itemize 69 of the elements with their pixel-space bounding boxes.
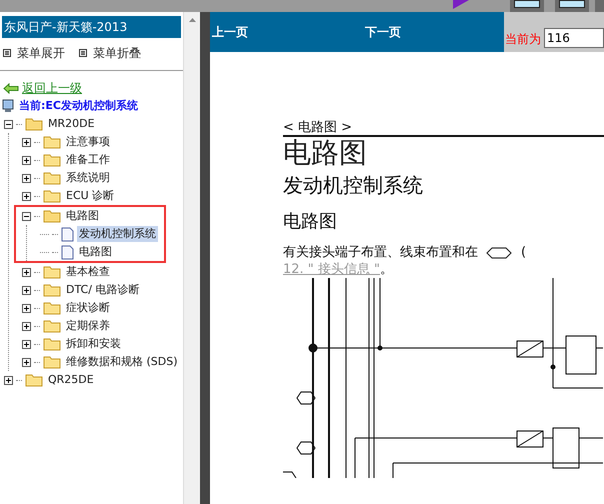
scrollbar[interactable] (183, 12, 200, 504)
page-icon (61, 244, 74, 260)
tree-item[interactable]: 拆卸和安装 (64, 336, 123, 352)
collapse-icon[interactable] (22, 212, 31, 220)
expand-icon[interactable] (22, 340, 31, 348)
list-icon (79, 49, 87, 57)
previous-page-button[interactable]: 上一页 (212, 23, 248, 41)
tree-item[interactable]: ECU 诊断 (64, 188, 116, 204)
folder-icon (43, 301, 61, 315)
folder-icon (43, 355, 61, 369)
collapse-icon[interactable] (4, 120, 13, 128)
tree-item[interactable]: 基本检查 (64, 264, 112, 280)
tree-item[interactable]: 发动机控制系统 (77, 226, 158, 242)
menu-button[interactable]: 菜单展开 (3, 44, 65, 62)
expand-icon[interactable] (22, 304, 31, 312)
tree-item[interactable]: 电路图 (77, 244, 114, 260)
open-folder-icon (43, 209, 61, 223)
sidebar-title: 东风日产-新天籁-2013 (2, 16, 181, 38)
page-input[interactable]: 116 (544, 28, 604, 48)
tree-item[interactable]: 症状诊断 (64, 300, 112, 316)
menu-button[interactable]: 菜单折叠 (79, 44, 141, 62)
tree-item[interactable]: 定期保养 (64, 318, 112, 334)
folder-icon (43, 189, 61, 203)
hexagon-icon (486, 247, 512, 259)
tree-item[interactable]: 维修数据和规格 (SDS) (64, 354, 180, 370)
list-icon (3, 49, 11, 57)
folder-icon (43, 135, 61, 149)
triangle-icon[interactable] (452, 0, 470, 10)
body-text: 12. " 接头信息 "。 (283, 262, 394, 278)
expand-icon[interactable] (22, 174, 31, 182)
folder-icon (43, 283, 61, 297)
expand-icon[interactable] (22, 286, 31, 294)
tree-item[interactable]: 电路图 (64, 208, 101, 224)
document-subtitle: 发动机控制系统 (283, 172, 424, 198)
page-icon (61, 226, 74, 242)
tree-item[interactable]: DTC/ 电路诊断 (64, 282, 142, 298)
body-text: ( (521, 244, 526, 262)
current-page-label: 当前为 (505, 31, 541, 48)
expand-icon[interactable] (22, 268, 31, 276)
folder-icon (43, 265, 61, 279)
folder-icon (43, 153, 61, 167)
folder-icon (43, 171, 61, 185)
tree-item[interactable]: 准备工作 (64, 152, 112, 168)
expand-icon[interactable] (4, 376, 13, 384)
next-page-button[interactable]: 下一页 (365, 23, 401, 41)
current-location: 当前:EC发动机控制系统 (19, 98, 138, 114)
expand-icon[interactable] (22, 156, 31, 164)
computer-icon (2, 99, 14, 113)
scroll-up-icon[interactable] (188, 18, 196, 22)
expand-icon[interactable] (22, 322, 31, 330)
tree-item[interactable]: 系统说明 (64, 170, 112, 186)
folder-icon (43, 319, 61, 333)
folder-icon (25, 373, 43, 387)
tree-item[interactable]: QR25DE (46, 372, 96, 388)
expand-icon[interactable] (22, 192, 31, 200)
window-icon[interactable] (555, 0, 589, 12)
open-folder-icon (25, 117, 43, 131)
breadcrumb: < 电路图 > (283, 120, 354, 135)
folder-icon (43, 337, 61, 351)
expand-icon[interactable] (22, 138, 31, 146)
window-icon[interactable] (510, 0, 544, 12)
section-heading: 电路图 (283, 210, 338, 234)
back-link[interactable]: 返回上一级 (22, 79, 82, 97)
expand-icon[interactable] (22, 358, 31, 366)
tree-item[interactable]: 注意事项 (64, 134, 112, 150)
body-text: 有关接头端子布置、线束布置和在 (283, 244, 478, 262)
document-title: 电路图 (283, 137, 368, 169)
tree-item[interactable]: MR20DE (46, 116, 97, 132)
back-arrow-icon[interactable] (3, 82, 19, 94)
